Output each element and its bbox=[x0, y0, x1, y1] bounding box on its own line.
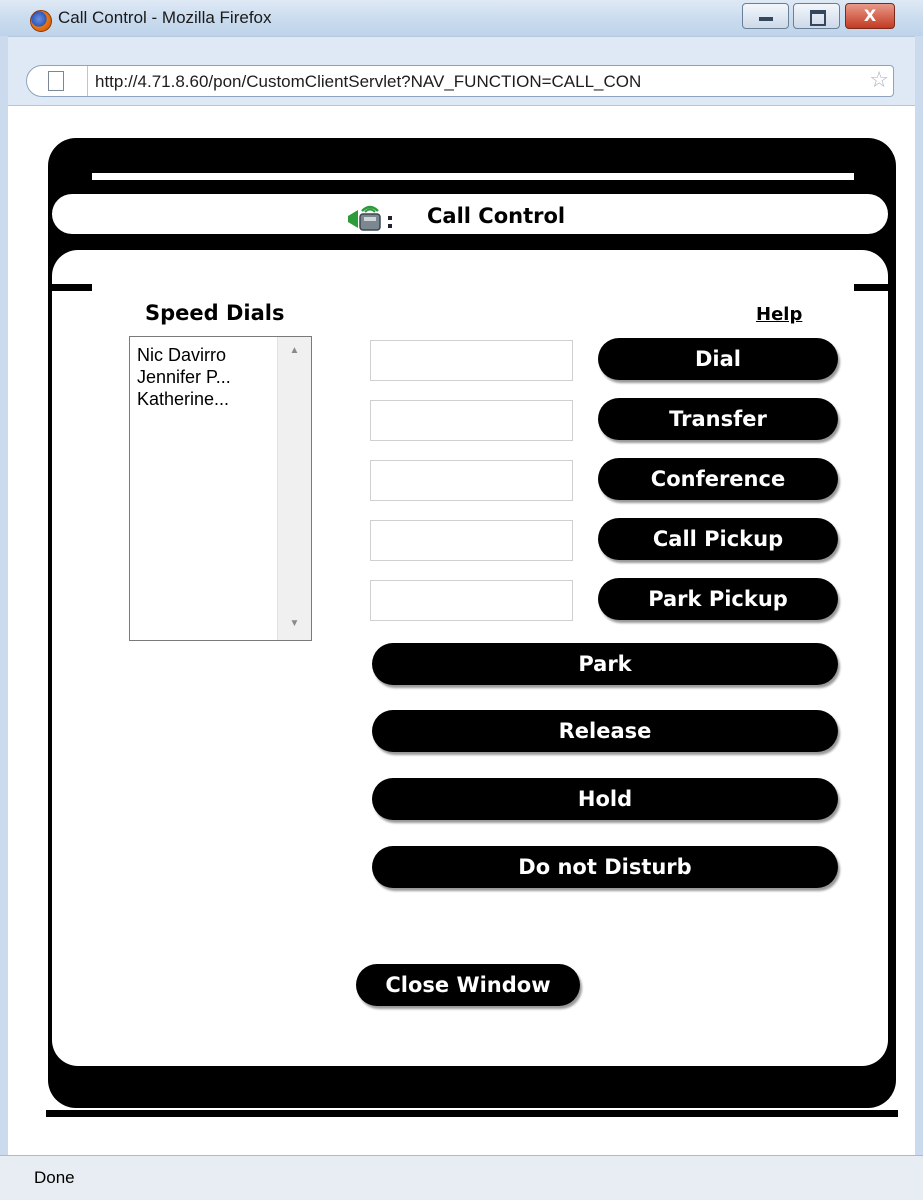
dialog-title: Call Control bbox=[427, 204, 566, 228]
address-separator bbox=[87, 66, 88, 96]
status-bar: Done bbox=[0, 1155, 923, 1200]
status-text: Done bbox=[34, 1168, 75, 1187]
frame-bottom-stripe bbox=[92, 1058, 854, 1065]
hold-button[interactable]: Hold bbox=[372, 778, 838, 820]
firefox-icon bbox=[30, 10, 52, 32]
frame-notch-left-top bbox=[52, 284, 92, 291]
window-title: Call Control - Mozilla Firefox bbox=[58, 8, 272, 27]
help-link[interactable]: Help bbox=[756, 304, 802, 325]
frame-top-stripe bbox=[92, 173, 854, 180]
speed-dial-item[interactable]: Nic Davirro bbox=[137, 345, 226, 366]
maximize-icon bbox=[810, 10, 826, 26]
window-border-left bbox=[0, 36, 8, 1199]
release-button[interactable]: Release bbox=[372, 710, 838, 752]
bookmark-star-icon[interactable]: ☆ bbox=[869, 68, 889, 94]
speed-dial-item[interactable]: Katherine... bbox=[137, 389, 229, 410]
frame-notch-right-top bbox=[854, 284, 896, 291]
page-icon bbox=[48, 71, 64, 91]
phone-icon bbox=[348, 205, 392, 231]
call-pickup-button[interactable]: Call Pickup bbox=[598, 518, 838, 560]
conference-button[interactable]: Conference bbox=[598, 458, 838, 500]
list-scrollbar[interactable]: ▲ ▼ bbox=[277, 337, 311, 640]
conference-number-input[interactable] bbox=[370, 460, 573, 501]
do-not-disturb-button[interactable]: Do not Disturb bbox=[372, 846, 838, 888]
navigation-bar: http://4.71.8.60/pon/CustomClientServlet… bbox=[0, 37, 923, 106]
call-pickup-input[interactable] bbox=[370, 520, 573, 561]
transfer-button[interactable]: Transfer bbox=[598, 398, 838, 440]
park-pickup-input[interactable] bbox=[370, 580, 573, 621]
speed-dials-heading: Speed Dials bbox=[145, 301, 285, 325]
address-bar[interactable]: http://4.71.8.60/pon/CustomClientServlet… bbox=[26, 65, 894, 97]
dial-button[interactable]: Dial bbox=[598, 338, 838, 380]
park-pickup-button[interactable]: Park Pickup bbox=[598, 578, 838, 620]
close-window-control[interactable]: X bbox=[845, 3, 895, 29]
url-text[interactable]: http://4.71.8.60/pon/CustomClientServlet… bbox=[95, 72, 641, 92]
close-window-button[interactable]: Close Window bbox=[356, 964, 580, 1006]
page-underline bbox=[46, 1110, 898, 1117]
close-icon: X bbox=[863, 6, 877, 25]
park-button[interactable]: Park bbox=[372, 643, 838, 685]
window-border-right bbox=[915, 36, 923, 1199]
minimize-icon bbox=[759, 17, 773, 21]
speed-dial-item[interactable]: Jennifer P... bbox=[137, 367, 231, 388]
scroll-up-icon[interactable]: ▲ bbox=[278, 341, 311, 361]
speed-dials-list[interactable]: Nic Davirro Jennifer P... Katherine... ▲… bbox=[129, 336, 312, 641]
minimize-button[interactable] bbox=[742, 3, 789, 29]
dial-number-input[interactable] bbox=[370, 340, 573, 381]
scroll-down-icon[interactable]: ▼ bbox=[278, 614, 311, 634]
window-titlebar: Call Control - Mozilla Firefox X bbox=[0, 0, 923, 37]
transfer-number-input[interactable] bbox=[370, 400, 573, 441]
maximize-button[interactable] bbox=[793, 3, 840, 29]
